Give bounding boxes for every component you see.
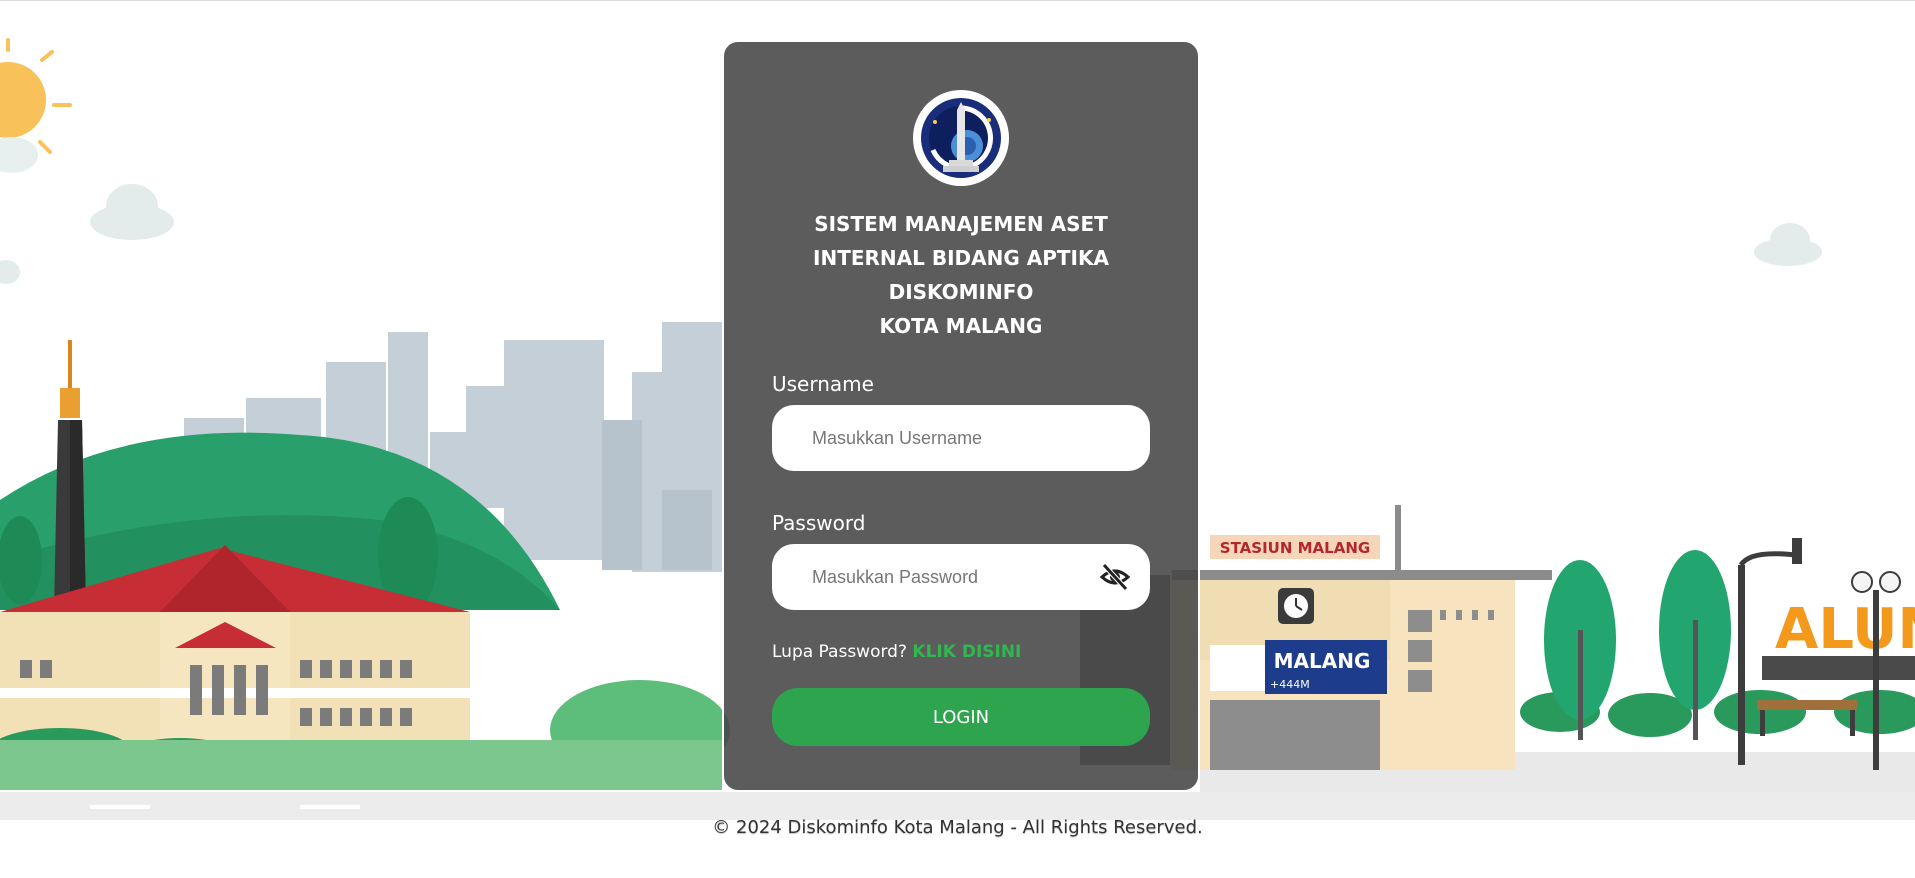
footer-copyright: © 2024 Diskominfo Kota Malang - All Righ…: [712, 817, 1203, 838]
alun-sign-text: ALUN: [1775, 597, 1915, 662]
station-sign: STASIUN MALANG: [1220, 539, 1370, 557]
username-input[interactable]: [772, 405, 1150, 471]
title-line-3: DISKOMINFO: [888, 280, 1034, 304]
password-input[interactable]: [772, 544, 1150, 610]
forgot-password-text: Lupa Password? KLIK DISINI: [772, 642, 1021, 662]
station-elevation: +444M: [1270, 678, 1310, 691]
alun-sign: ALUN: [1762, 571, 1915, 770]
login-button[interactable]: LOGIN: [772, 688, 1150, 746]
forgot-password-link[interactable]: KLIK DISINI: [912, 642, 1021, 662]
forgot-password-label: Lupa Password?: [772, 642, 907, 662]
title-line-2: INTERNAL BIDANG APTIKA: [813, 246, 1109, 270]
road: [0, 792, 1915, 820]
kota-malang-logo-icon: [913, 90, 1009, 186]
username-label: Username: [772, 372, 874, 396]
login-card: SISTEM MANAJEMEN ASET INTERNAL BIDANG AP…: [722, 40, 1200, 792]
sun-icon: [0, 38, 72, 173]
password-label: Password: [772, 511, 866, 535]
eye-slash-icon[interactable]: [1099, 563, 1131, 591]
title-line-4: KOTA MALANG: [879, 314, 1043, 338]
username-field-wrapper: [772, 405, 1150, 471]
title-line-1: SISTEM MANAJEMEN ASET: [814, 212, 1108, 236]
password-field-wrapper: [772, 544, 1150, 610]
station-name: MALANG: [1274, 649, 1371, 673]
app-title: SISTEM MANAJEMEN ASET INTERNAL BIDANG AP…: [724, 207, 1198, 343]
